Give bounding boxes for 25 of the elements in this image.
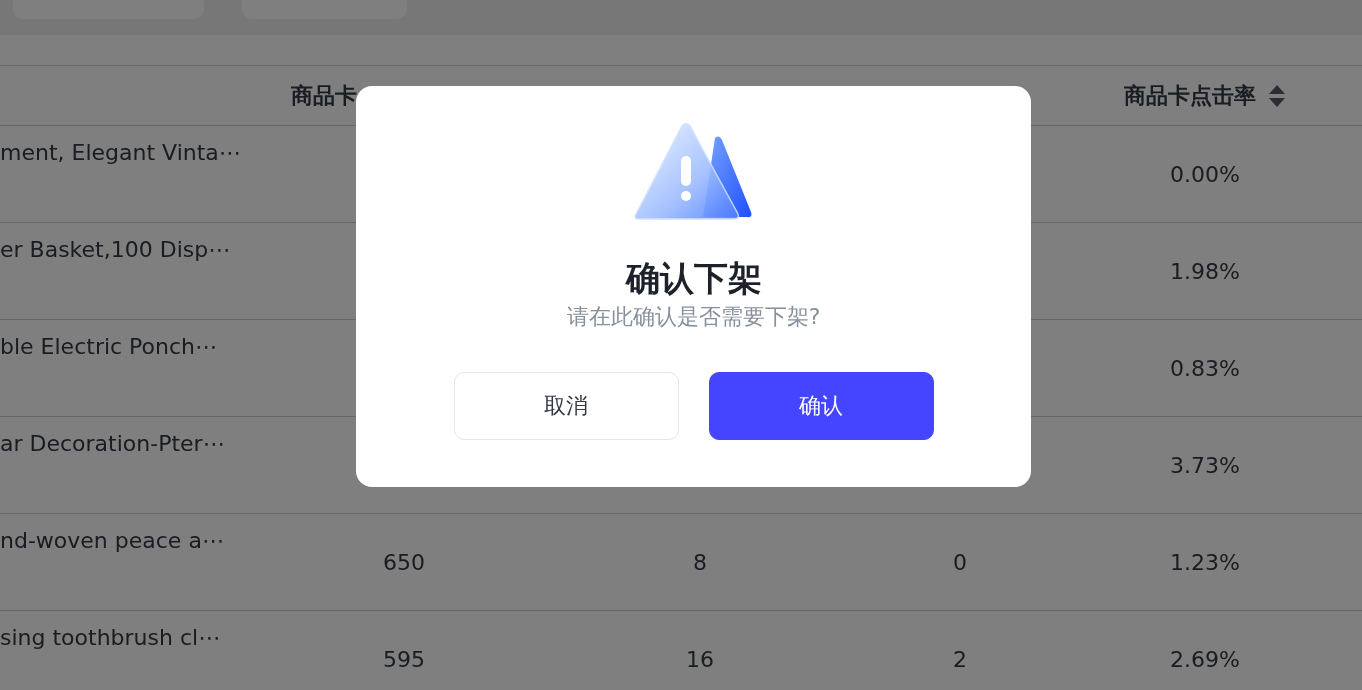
table-cell: 16	[686, 646, 714, 672]
product-name: ar Decoration-Pter⋯	[0, 431, 225, 456]
table-cell: 3.73%	[1170, 452, 1240, 478]
sort-icon[interactable]	[1268, 83, 1286, 108]
table-cell: 1.23%	[1170, 549, 1240, 575]
column-header: 商品卡点击率	[1124, 81, 1256, 110]
table-cell: 595	[383, 646, 425, 672]
product-name: ment, Elegant Vinta⋯	[0, 140, 241, 165]
table-cell: 0	[953, 549, 967, 575]
dialog-message: 请在此确认是否需要下架?	[566, 303, 821, 331]
table-cell: 8	[693, 549, 707, 575]
product-name: er Basket,100 Disp⋯	[0, 237, 231, 262]
table-cell: 1.98%	[1170, 258, 1240, 284]
table-cell: 2.69%	[1170, 646, 1240, 672]
table-cell: 0.83%	[1170, 355, 1240, 381]
table-cell: 650	[383, 549, 425, 575]
product-name: ble Electric Ponch⋯	[0, 334, 218, 359]
product-name: sing toothbrush cl⋯	[0, 625, 221, 650]
cancel-button[interactable]: 取消	[453, 372, 679, 440]
dialog-title: 确认下架	[625, 257, 762, 300]
product-name: nd-woven peace a⋯	[0, 528, 224, 553]
table-cell: 2	[953, 646, 967, 672]
table-cell: 0.00%	[1170, 161, 1240, 187]
column-header: 商品卡	[291, 81, 357, 110]
confirm-button[interactable]: 确认	[708, 372, 934, 440]
